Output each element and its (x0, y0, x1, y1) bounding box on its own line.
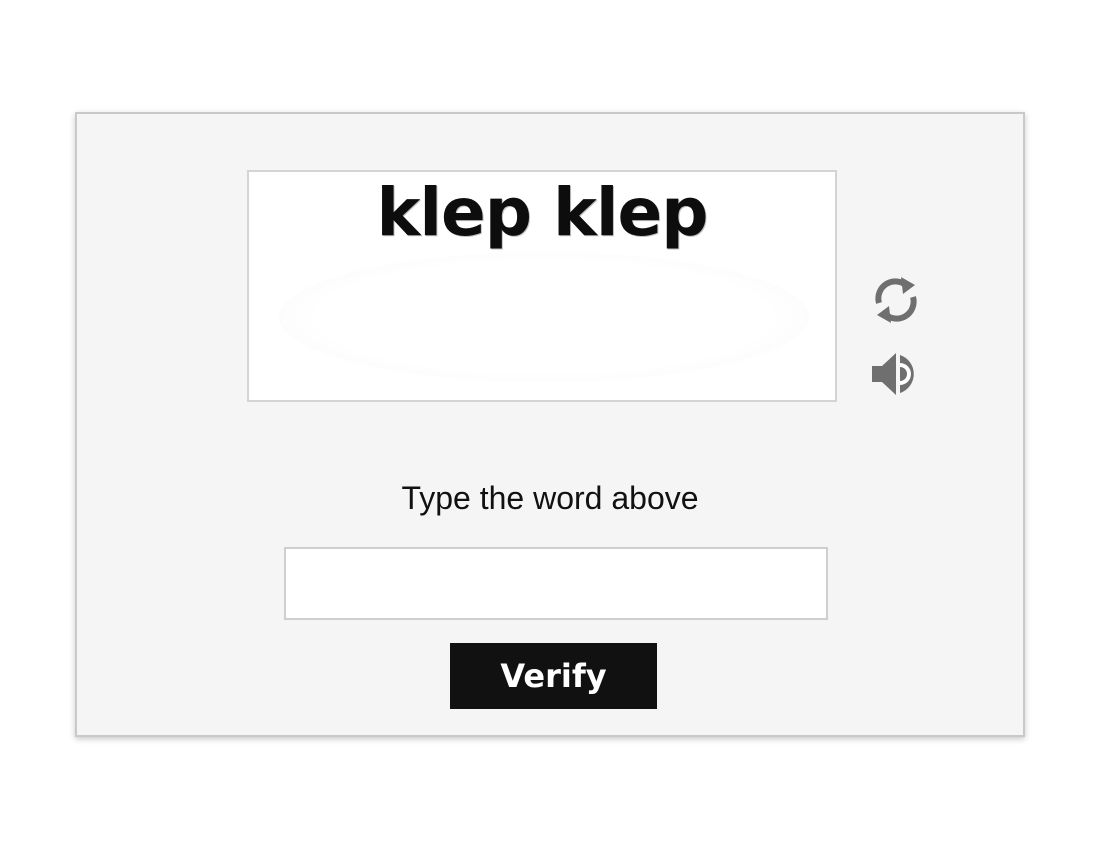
captcha-image: klep klep (247, 170, 837, 402)
captcha-noise (279, 252, 809, 382)
verify-button[interactable]: Verify (450, 643, 657, 709)
captcha-word: klep klep (376, 174, 708, 251)
refresh-icon[interactable] (870, 274, 922, 326)
speaker-icon[interactable] (870, 348, 922, 400)
captcha-panel: klep klep Type the word above Verify (75, 112, 1025, 737)
captcha-answer-input[interactable] (284, 547, 828, 620)
instruction-text: Type the word above (401, 480, 699, 516)
